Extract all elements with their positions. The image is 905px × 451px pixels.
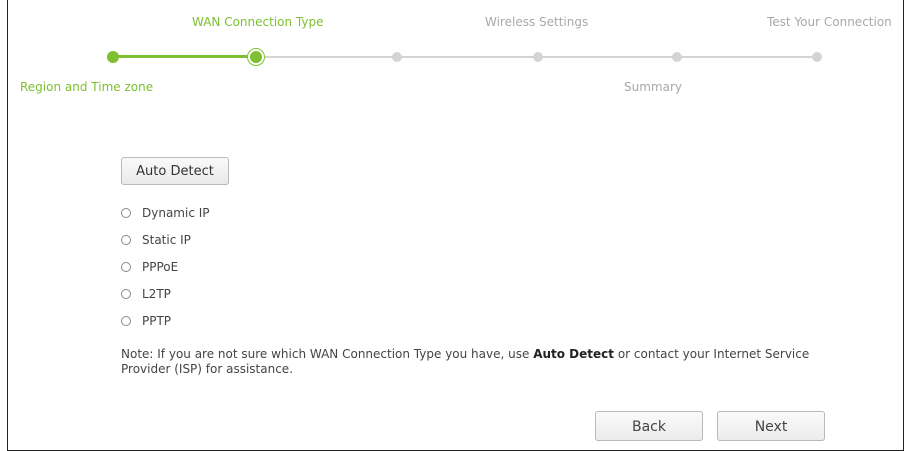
radio-label: Static IP	[142, 233, 191, 247]
radio-circle-icon[interactable]	[121, 235, 131, 245]
radio-label: L2TP	[142, 287, 171, 301]
stepper-dot-region	[107, 51, 119, 63]
auto-detect-button[interactable]: Auto Detect	[121, 157, 229, 185]
wizard-stepper: WAN Connection Type Wireless Settings Te…	[0, 0, 905, 100]
step-wan-connection-type: WAN Connection Type	[192, 15, 324, 29]
step-test-connection: Test Your Connection	[767, 15, 892, 29]
step-wireless-settings: Wireless Settings	[485, 15, 589, 29]
radio-pptp[interactable]: PPTP	[121, 312, 171, 330]
step-summary: Summary	[624, 80, 682, 94]
stepper-dot-wan	[250, 51, 262, 63]
stepper-dot-summary	[672, 52, 682, 62]
radio-l2tp[interactable]: L2TP	[121, 285, 171, 303]
radio-dynamic-ip[interactable]: Dynamic IP	[121, 204, 210, 222]
radio-circle-icon[interactable]	[121, 262, 131, 272]
stepper-dot-test	[812, 52, 822, 62]
radio-static-ip[interactable]: Static IP	[121, 231, 191, 249]
stepper-track-progress	[113, 55, 256, 58]
stepper-dot-wireless	[392, 52, 402, 62]
radio-label: PPTP	[142, 314, 172, 328]
radio-label: PPPoE	[142, 260, 179, 274]
next-button[interactable]: Next	[717, 411, 825, 441]
note-prefix: Note: If you are not sure which WAN Conn…	[121, 347, 534, 361]
note-bold: Auto Detect	[533, 347, 614, 361]
help-note: Note: If you are not sure which WAN Conn…	[121, 347, 821, 377]
radio-circle-icon[interactable]	[121, 208, 131, 218]
radio-circle-icon[interactable]	[121, 316, 131, 326]
back-button[interactable]: Back	[595, 411, 703, 441]
stepper-dot-step4	[533, 52, 543, 62]
radio-label: Dynamic IP	[142, 206, 210, 220]
step-region-time-zone: Region and Time zone	[20, 80, 154, 94]
radio-pppoe[interactable]: PPPoE	[121, 258, 178, 276]
radio-circle-icon[interactable]	[121, 289, 131, 299]
